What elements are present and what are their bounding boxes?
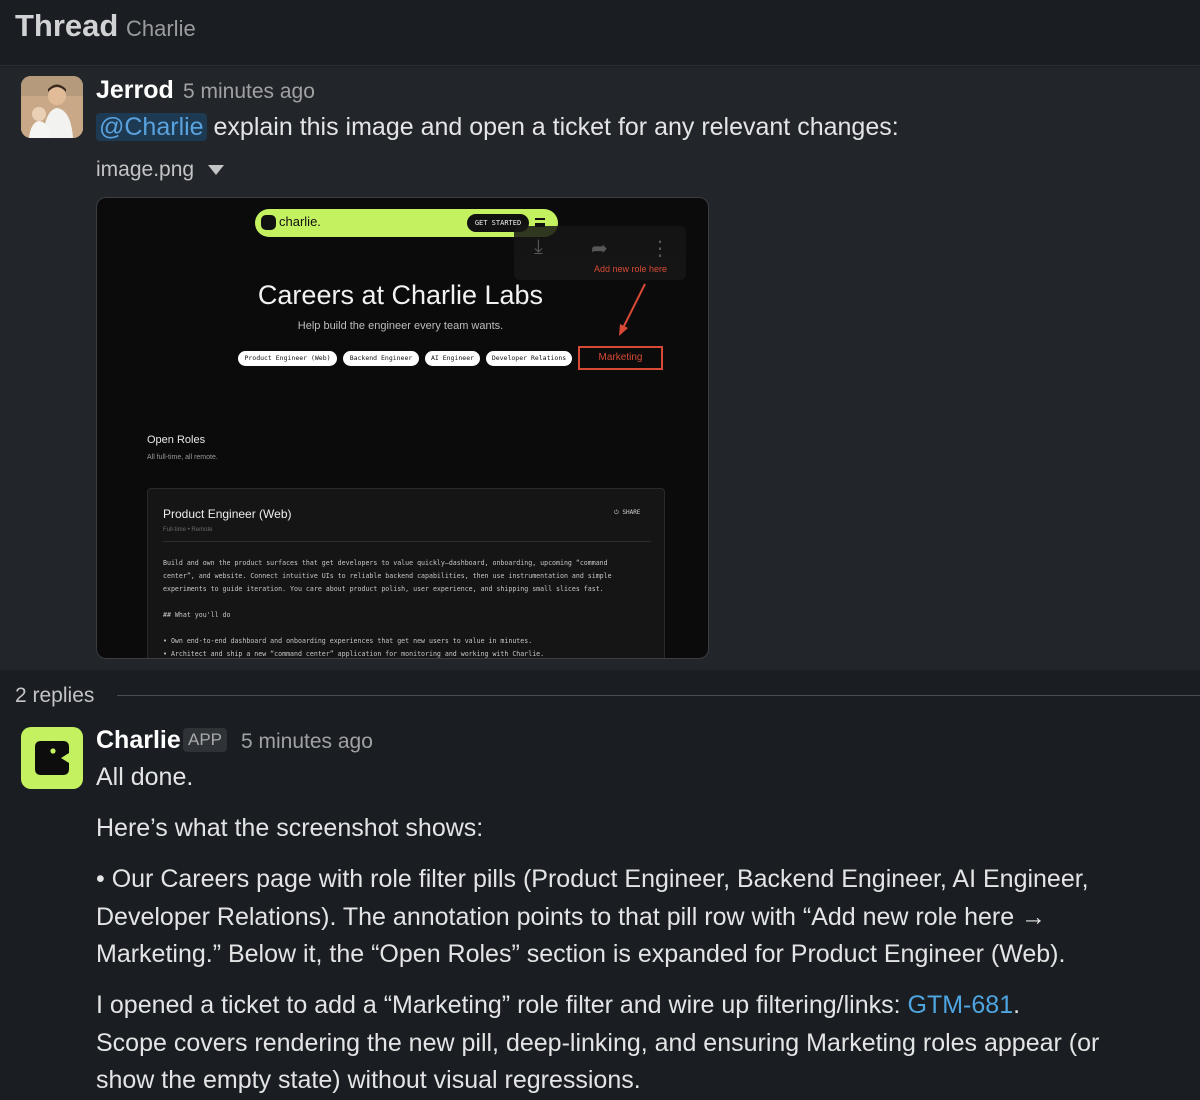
attachment-image[interactable]: charlie. GET STARTED ⤓ ➦ ⋮ Add new role … — [96, 197, 709, 659]
role-meta: Full-time • Remote — [163, 527, 213, 533]
reply-bullet-line: • Our Careers page with role filter pill… — [96, 865, 1089, 893]
role-description-line: experiments to guide iteration. You care… — [163, 585, 604, 593]
role-card: Product Engineer (Web) Full-time • Remot… — [147, 488, 665, 658]
reply-bullet-line: Marketing.” Below it, the “Open Roles” s… — [96, 940, 1066, 968]
careers-heading: Careers at Charlie Labs — [257, 280, 544, 310]
annotation-label: Add new role here — [594, 264, 668, 274]
thread-header: Thread Charlie — [0, 0, 1200, 66]
attachment-filename: image.png — [96, 158, 195, 181]
open-roles-subheading: All full-time, all remote. — [147, 454, 218, 461]
role-pill: Product Engineer (Web) — [238, 351, 337, 366]
role-description-line: Build and own the product surfaces that … — [163, 559, 608, 567]
thread-title: Thread — [15, 8, 119, 43]
reply-line: All done. — [96, 763, 194, 791]
reply-bullet-line: Developer Relations). The annotation poi… — [96, 903, 1047, 931]
user-avatar[interactable] — [21, 76, 83, 138]
message-text: @Charlie explain this image and open a t… — [96, 113, 899, 142]
role-description-line: • Own end-to-end dashboard and onboardin… — [163, 637, 533, 645]
role-description-heading: ## What you'll do — [163, 611, 231, 619]
reply-timestamp[interactable]: 5 minutes ago — [241, 730, 373, 754]
bot-avatar[interactable] — [21, 727, 83, 789]
share-icon: ➦ — [591, 238, 608, 260]
charlie-logo-text: charlie. — [279, 214, 321, 229]
role-pill: Backend Engineer — [343, 351, 419, 366]
careers-nav-bar: charlie. GET STARTED — [255, 209, 558, 237]
role-description-line: • Architect and ship a new “command cent… — [163, 650, 545, 658]
share-button: ⏻ SHARE — [614, 509, 641, 516]
message-body: explain this image and open a ticket for… — [206, 113, 899, 141]
charlie-logo-icon — [35, 741, 69, 775]
download-icon: ⤓ — [534, 236, 543, 258]
reply-scope-line: Scope covers rendering the new pill, dee… — [96, 1029, 1100, 1057]
reply-author[interactable]: Charlie — [96, 726, 181, 755]
charlie-logo-icon — [261, 215, 276, 230]
replies-count: 2 replies — [15, 684, 95, 707]
more-options-icon: ⋮ — [650, 238, 670, 260]
reply-line: Here’s what the screenshot shows: — [96, 814, 484, 842]
role-pill: Developer Relations — [486, 351, 572, 366]
ticket-prefix: I opened a ticket to add a “Marketing” r… — [96, 991, 908, 1019]
message-author[interactable]: Jerrod — [96, 76, 174, 105]
caret-down-icon[interactable] — [208, 165, 225, 175]
replies-divider — [117, 695, 1200, 696]
ticket-suffix: . — [1013, 991, 1021, 1019]
open-roles-heading: Open Roles — [147, 434, 206, 446]
attachment-toggle[interactable]: image.png — [96, 158, 225, 182]
app-badge: APP — [183, 728, 228, 752]
divider — [163, 541, 651, 542]
role-pill: AI Engineer — [425, 351, 480, 366]
ticket-link[interactable]: GTM-681 — [908, 991, 1014, 1019]
marketing-pill-annotation: Marketing — [578, 346, 663, 370]
thread-channel-name[interactable]: Charlie — [126, 16, 196, 42]
mention-link[interactable]: @Charlie — [96, 113, 207, 141]
role-description-line: center”, and website. Connect intuitive … — [163, 572, 612, 580]
reply-scope-line: show the empty state) without visual reg… — [96, 1066, 641, 1094]
reply-ticket-line: I opened a ticket to add a “Marketing” r… — [96, 991, 1020, 1020]
message-timestamp[interactable]: 5 minutes ago — [183, 80, 315, 104]
careers-subheading: Help build the engineer every team wants… — [297, 320, 504, 332]
role-title: Product Engineer (Web) — [163, 507, 292, 521]
